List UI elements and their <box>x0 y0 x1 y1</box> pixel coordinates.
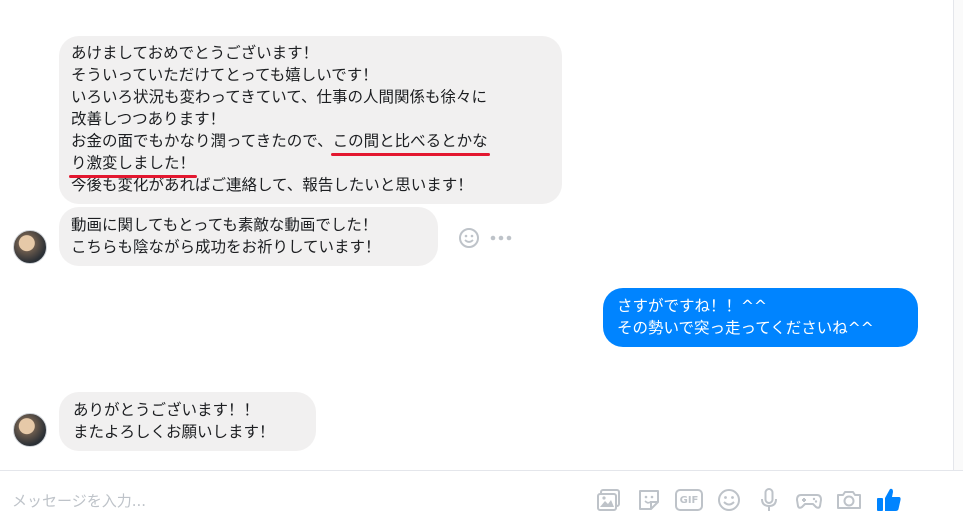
microphone-icon[interactable] <box>754 485 784 515</box>
gif-icon[interactable]: GIF <box>674 485 704 515</box>
message-line: またよろしくお願いします！ <box>73 423 275 441</box>
image-icon[interactable] <box>594 485 624 515</box>
message-line: 改善しつつあります！ <box>71 110 226 128</box>
message-line: そういっていただけてとっても嬉しいです！ <box>71 66 378 84</box>
more-options-icon[interactable] <box>490 234 512 242</box>
highlighted-text: この間と比べるとかな <box>330 132 490 156</box>
message-input[interactable] <box>12 489 572 513</box>
message-line: こちらも陰ながら成功をお祈りしています！ <box>71 238 381 256</box>
contact-avatar[interactable] <box>13 413 47 447</box>
react-emoji-icon[interactable] <box>458 227 480 249</box>
emoji-icon[interactable] <box>714 485 744 515</box>
incoming-message-bubble[interactable]: あけましておめでとうございます！ そういっていただけてとっても嬉しいです！ いろ… <box>59 36 562 204</box>
scrollbar-track[interactable] <box>953 0 963 470</box>
outgoing-message-bubble[interactable]: さすがですね！！^^ その勢いで突っ走ってくださいね^^ <box>603 288 918 347</box>
message-line: ありがとうございます！！ <box>73 401 260 419</box>
message-line: さすがですね！！^^ <box>617 297 767 315</box>
message-text: お金の面でもかなり潤ってきたので、 <box>71 132 333 150</box>
message-line: お金の面でもかなり潤ってきたので、この間と比べるとかな <box>71 130 550 156</box>
conversation-area: あけましておめでとうございます！ そういっていただけてとっても嬉しいです！ いろ… <box>0 0 953 470</box>
incoming-message-bubble[interactable]: 動画に関してもとっても素敵な動画でした！ こちらも陰ながら成功をお祈りしています… <box>59 207 438 266</box>
message-line: いろいろ状況も変わってきていて、仕事の人間関係も徐々に <box>71 88 488 106</box>
incoming-message-bubble[interactable]: ありがとうございます！！ またよろしくお願いします！ <box>59 392 316 451</box>
highlighted-text: り激変しました！ <box>68 154 198 178</box>
sticker-icon[interactable] <box>634 485 664 515</box>
message-line: その勢いで突っ走ってくださいね^^ <box>617 319 874 337</box>
message-line: 動画に関してもとっても素敵な動画でした！ <box>71 216 378 234</box>
game-controller-icon[interactable] <box>794 485 824 515</box>
camera-icon[interactable] <box>834 485 864 515</box>
gif-label: GIF <box>675 489 703 511</box>
message-actions <box>458 227 512 249</box>
message-line: あけましておめでとうございます！ <box>71 44 319 62</box>
message-composer: GIF <box>0 470 963 529</box>
thumbs-up-icon[interactable] <box>874 485 904 515</box>
contact-avatar[interactable] <box>13 230 47 264</box>
composer-toolbar: GIF <box>594 485 904 515</box>
